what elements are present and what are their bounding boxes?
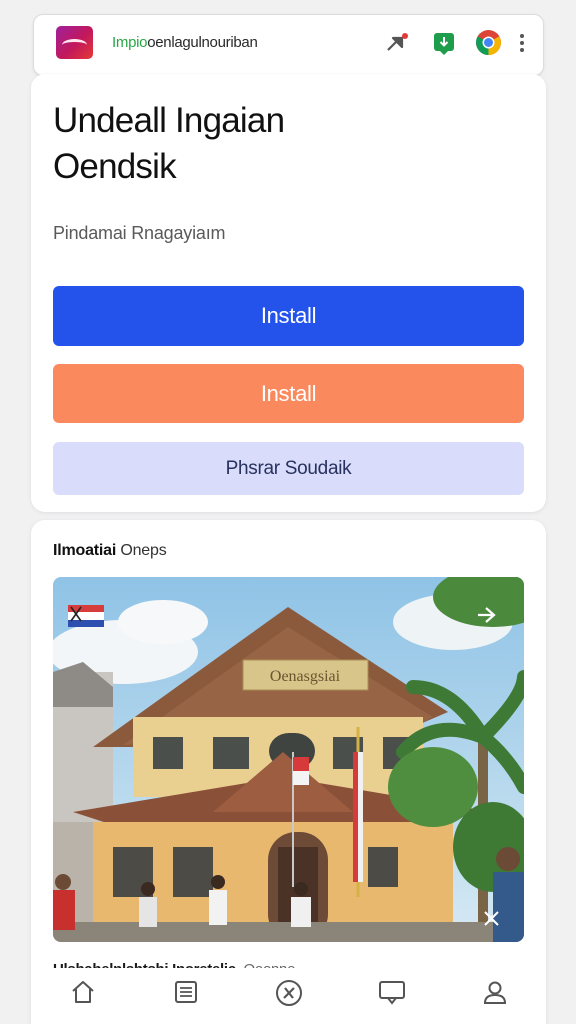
chat-icon <box>378 981 405 1005</box>
feed-card: Ilmoatiai Oneps Oenasgsiai <box>31 520 546 1024</box>
nav-home[interactable] <box>63 978 103 1018</box>
title-line-1: Undeall Ingaian <box>53 101 285 140</box>
page: Impiooenlagulnouriban Undeall Ingaian Oe… <box>0 0 576 1024</box>
building-sign-text: Oenasgsiai <box>270 668 341 685</box>
extension-pin-icon[interactable] <box>384 30 410 56</box>
page-title: Undeall Ingaian Oendsik <box>53 98 523 190</box>
secondary-action-button[interactable]: Phsrar Soudaik <box>53 442 524 495</box>
title-line-2: Oendsik <box>53 147 177 186</box>
feed-photo[interactable]: Oenasgsiai <box>53 577 524 942</box>
url-rest: oenlagulnouriban <box>147 34 258 51</box>
chrome-icon[interactable] <box>475 29 502 56</box>
explore-icon <box>275 980 302 1006</box>
feed-heading: Ilmoatiai Oneps <box>53 542 167 560</box>
install-button[interactable]: Install <box>53 286 524 346</box>
home-icon <box>71 981 94 1003</box>
url-prefix: Impio <box>112 34 148 51</box>
feed-heading-rest: Oneps <box>116 542 167 559</box>
building-photo-image: Oenasgsiai <box>53 577 524 942</box>
shield-download-icon[interactable] <box>431 30 457 56</box>
install-card: Undeall Ingaian Oendsik Pindamai Rnagayi… <box>31 74 546 512</box>
subtitle: Pindamai Rnagayiaım <box>53 223 226 243</box>
nav-chat[interactable] <box>372 978 412 1018</box>
nav-articles[interactable] <box>166 978 206 1018</box>
more-menu-icon[interactable] <box>514 30 530 56</box>
article-icon <box>174 981 197 1003</box>
app-logo-icon[interactable] <box>56 26 93 59</box>
nav-profile[interactable] <box>475 978 515 1018</box>
feed-heading-bold: Ilmoatiai <box>53 542 117 559</box>
bottom-navigation <box>31 968 546 1024</box>
address-bar: Impiooenlagulnouriban <box>33 14 544 76</box>
url-text[interactable]: Impiooenlagulnouriban <box>112 34 258 51</box>
profile-icon <box>483 981 506 1004</box>
install-secondary-button[interactable]: Install <box>53 364 524 423</box>
nav-explore[interactable] <box>269 978 309 1018</box>
